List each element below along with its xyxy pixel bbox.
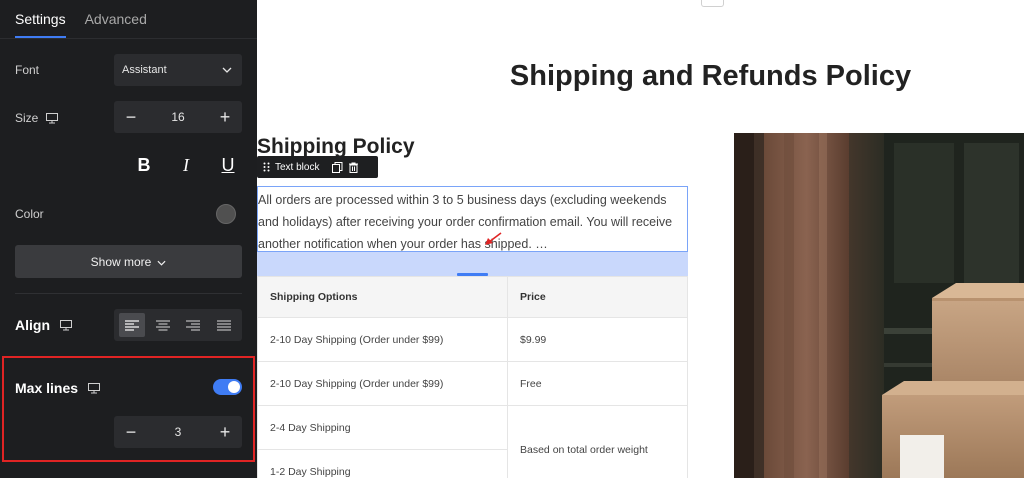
font-select[interactable]: Assistant <box>114 54 242 86</box>
chevron-down-icon <box>222 64 232 76</box>
text-block[interactable]: All orders are processed within 3 to 5 b… <box>257 186 688 252</box>
size-decrement-button[interactable]: − <box>124 108 138 126</box>
table-cell: 1-2 Day Shipping <box>257 449 508 478</box>
tabs-divider <box>0 38 257 39</box>
table-header-row: Shipping Options Price <box>257 276 688 318</box>
align-button-group <box>114 309 242 341</box>
align-right-icon[interactable] <box>180 313 206 337</box>
desktop-icon[interactable] <box>88 382 101 394</box>
color-label-text: Color <box>15 207 44 221</box>
drag-handle-icon[interactable] <box>263 162 270 172</box>
text-style-group: B I U <box>134 155 238 176</box>
table-cell: 2-10 Day Shipping (Order under $99) <box>257 361 508 406</box>
max-lines-decrement-button[interactable]: − <box>124 423 138 441</box>
size-increment-button[interactable]: + <box>218 108 232 126</box>
table-cell: Based on total order weight <box>507 405 688 478</box>
page-title: Shipping and Refunds Policy <box>509 60 912 92</box>
max-lines-label-text: Max lines <box>15 380 79 396</box>
size-label: Size <box>15 111 59 125</box>
align-label: Align <box>15 317 72 333</box>
color-swatch[interactable] <box>216 204 236 224</box>
table-cell: 2-10 Day Shipping (Order under $99) <box>257 317 508 362</box>
panel-tabs: Settings Advanced <box>15 11 147 27</box>
packages-photo <box>734 133 1024 478</box>
annotation-arrow-icon <box>485 232 502 245</box>
packages-illustration <box>734 133 1024 478</box>
max-lines-value[interactable]: 3 <box>175 425 182 439</box>
table-cell: 2-4 Day Shipping <box>257 405 508 450</box>
table-row: 2-10 Day Shipping (Order under $99) $9.9… <box>257 317 688 362</box>
table-header-cell: Price <box>507 276 688 318</box>
toggle-knob <box>228 381 240 393</box>
shipping-table: Shipping Options Price 2-10 Day Shipping… <box>257 276 688 478</box>
font-label-text: Font <box>15 63 40 77</box>
size-stepper: − 16 + <box>114 101 242 133</box>
tab-advanced[interactable]: Advanced <box>85 11 147 27</box>
canvas-top-handle[interactable] <box>701 0 724 7</box>
toolbar-label: Text block <box>275 161 320 173</box>
align-center-icon[interactable] <box>150 313 176 337</box>
table-cell: Free <box>507 361 688 406</box>
size-label-text: Size <box>15 111 39 125</box>
max-lines-label: Max lines <box>15 380 101 396</box>
trash-icon[interactable] <box>348 162 359 173</box>
max-lines-increment-button[interactable]: + <box>218 423 232 441</box>
max-lines-toggle[interactable] <box>213 379 242 395</box>
table-row: 2-10 Day Shipping (Order under $99) Free <box>257 361 688 406</box>
align-label-text: Align <box>15 317 50 333</box>
font-label: Font <box>15 63 39 77</box>
italic-button[interactable]: I <box>176 155 196 176</box>
table-header-cell: Shipping Options <box>257 276 508 318</box>
settings-panel: Settings Advanced Font Assistant Size − … <box>0 0 257 478</box>
table-row: 2-4 Day Shipping Based on total order we… <box>257 405 688 478</box>
table-cell: $9.99 <box>507 317 688 362</box>
color-label: Color <box>15 207 44 221</box>
show-more-button[interactable]: Show more <box>15 245 242 278</box>
align-justify-icon[interactable] <box>211 313 237 337</box>
duplicate-icon[interactable] <box>332 161 343 173</box>
desktop-icon[interactable] <box>60 319 72 331</box>
show-more-label: Show more <box>90 254 152 269</box>
bold-button[interactable]: B <box>134 155 154 176</box>
text-block-toolbar: Text block <box>257 156 378 178</box>
desktop-icon[interactable] <box>46 112 59 124</box>
font-select-value: Assistant <box>122 64 167 76</box>
section-divider <box>15 293 242 294</box>
chevron-down-icon <box>157 255 166 269</box>
tab-settings[interactable]: Settings <box>15 11 66 27</box>
underline-button[interactable]: U <box>218 155 238 176</box>
size-value[interactable]: 16 <box>171 110 184 124</box>
max-lines-stepper: − 3 + <box>114 416 242 448</box>
align-left-icon[interactable] <box>119 313 146 337</box>
